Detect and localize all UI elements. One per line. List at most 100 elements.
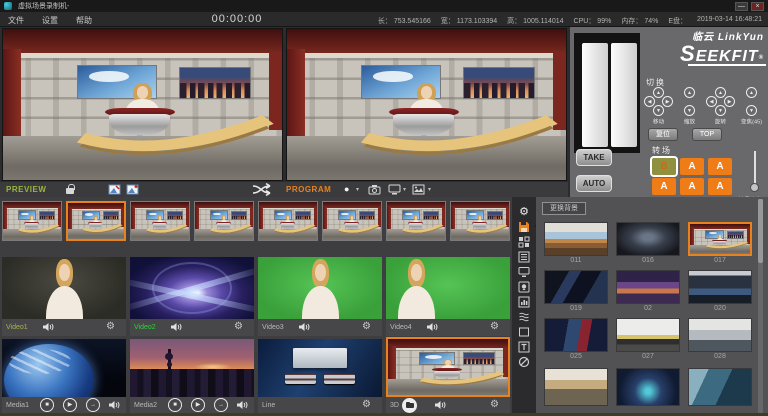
scene-angle-thumb-1[interactable] [2,201,62,241]
rotate-up-icon[interactable]: ▲ [715,87,726,98]
media2-preview[interactable] [130,339,254,397]
background-thumb-02[interactable] [616,270,680,304]
background-thumb-019[interactable] [544,270,608,304]
text-tool-icon[interactable] [516,340,532,353]
media1-preview[interactable] [2,339,126,397]
scene-angle-thumb-7[interactable] [386,201,446,241]
lock-icon[interactable] [66,188,74,194]
rotate-down-icon[interactable]: ▼ [715,105,726,116]
monitor-icon[interactable] [516,265,532,278]
background-thumb[interactable] [688,368,752,406]
media2-stop-icon[interactable]: ■ [168,398,182,412]
scene-angle-thumb-3[interactable] [130,201,190,241]
disable-icon[interactable] [516,355,532,368]
media1-stop-icon[interactable]: ■ [40,398,54,412]
scene-angle-thumb-2-selected[interactable] [66,201,126,241]
move-down-icon[interactable]: ▼ [653,105,664,116]
layers-icon[interactable] [516,310,532,323]
image-overlay-icon[interactable] [412,184,425,195]
scale-up-icon[interactable]: ▲ [684,87,695,98]
video1-settings-icon[interactable]: ⚙ [106,321,115,333]
background-thumb[interactable] [544,368,608,406]
record-caret-icon[interactable]: ▾ [356,186,359,193]
background-thumb-025[interactable] [544,318,608,352]
video3-preview[interactable] [258,257,382,319]
background-thumb-020[interactable] [688,270,752,304]
line-badge-1[interactable] [285,374,316,384]
video1-preview[interactable] [2,257,126,319]
media1-loop-icon[interactable]: → [86,398,100,412]
rotate-right-icon[interactable]: ▶ [724,96,735,107]
zoom-in-icon[interactable]: ▲ [746,87,757,98]
background-thumb-028[interactable] [688,318,752,352]
scene-angle-thumb-5[interactable] [258,201,318,241]
video3-settings-icon[interactable]: ⚙ [362,321,371,333]
transition-tile-a1[interactable]: A [680,158,704,175]
scene3d-speaker-icon[interactable] [434,400,446,410]
scene-angle-thumb-6[interactable] [322,201,382,241]
display-output-icon[interactable] [388,184,401,195]
image-caret-icon[interactable]: ▾ [428,186,431,193]
video2-preview[interactable] [130,257,254,319]
video4-speaker-icon[interactable] [426,322,438,332]
transition-tile-a4[interactable]: A [680,178,704,195]
video4-preview[interactable] [386,257,510,319]
line-settings-icon[interactable]: ⚙ [362,399,371,411]
edit-scene-icon[interactable] [108,184,121,195]
change-background-tab[interactable]: 更换背景 [542,202,586,215]
chart-icon[interactable] [516,295,532,308]
gallery-scrollbar[interactable] [758,199,763,413]
line-badge-2[interactable] [324,374,355,384]
scale-down-icon[interactable]: ▼ [684,105,695,116]
scene3d-preview[interactable] [386,337,510,397]
rotate-left-icon[interactable]: ◀ [706,96,717,107]
transition-tile-a5[interactable]: A [708,178,732,195]
background-thumb-017-selected[interactable] [688,222,752,256]
scene3d-settings-icon[interactable]: ⚙ [490,399,499,411]
playlist-icon[interactable] [516,250,532,263]
transition-tile-a3[interactable]: A [652,178,676,195]
transition-speed-slider[interactable] [750,183,759,192]
media2-loop-icon[interactable]: → [214,398,228,412]
media2-speaker-icon[interactable] [236,400,248,410]
media1-speaker-icon[interactable] [108,400,120,410]
background-thumb[interactable] [616,368,680,406]
settings-icon[interactable]: ⚙ [516,205,532,218]
auto-button[interactable]: AUTO [576,175,612,192]
menu-settings[interactable]: 设置 [42,15,58,26]
media2-play-icon[interactable]: ▶ [191,398,205,412]
reset-button[interactable]: 复位 [648,128,678,141]
media1-play-icon[interactable]: ▶ [63,398,77,412]
save-icon[interactable] [516,220,532,233]
transition-tile-a2[interactable]: A [708,158,732,175]
video2-settings-icon[interactable]: ⚙ [234,321,243,333]
video3-speaker-icon[interactable] [298,322,310,332]
scene-angle-thumb-4[interactable] [194,201,254,241]
record-icon[interactable]: ● [344,184,349,194]
video1-speaker-icon[interactable] [42,322,54,332]
video2-speaker-icon[interactable] [170,322,182,332]
gallery-scrollbar-thumb[interactable] [758,199,763,263]
background-thumb-016[interactable] [616,222,680,256]
snapshot-camera-icon[interactable] [368,184,381,195]
background-thumb-011[interactable] [544,222,608,256]
scene-angle-thumb-8[interactable] [450,201,510,241]
minimize-button[interactable]: — [735,2,748,11]
tbar-handle-right[interactable] [611,43,637,147]
take-button[interactable]: TAKE [576,149,612,166]
menu-file[interactable]: 文件 [8,15,24,26]
tbar-handle-left[interactable] [582,43,608,147]
move-left-icon[interactable]: ◀ [644,96,655,107]
frame-icon[interactable] [516,325,532,338]
background-thumb-027[interactable] [616,318,680,352]
video4-settings-icon[interactable]: ⚙ [490,321,499,333]
line-preview[interactable] [258,339,382,397]
program-monitor[interactable] [286,28,567,181]
move-right-icon[interactable]: ▶ [662,96,673,107]
edit-scene-add-icon[interactable] [126,184,139,195]
top-button[interactable]: TOP [692,128,722,141]
scene3d-folder-icon[interactable] [402,398,417,413]
move-up-icon[interactable]: ▲ [653,87,664,98]
menu-help[interactable]: 帮助 [76,15,92,26]
close-button[interactable]: × [751,2,764,11]
